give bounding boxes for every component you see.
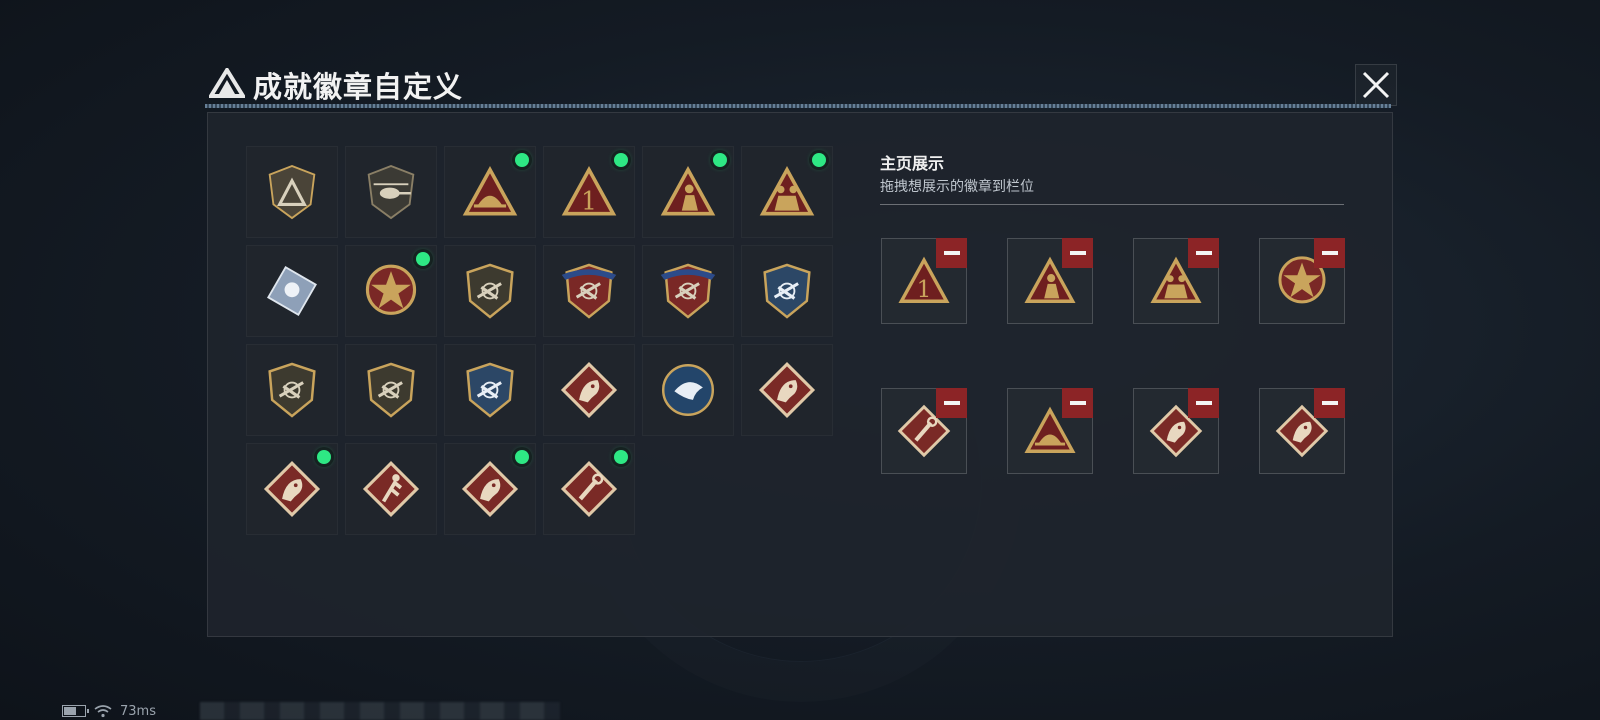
gold-triangle-soldier-badge-icon (660, 165, 716, 216)
showcase-divider (880, 204, 1344, 205)
chevron-shield-badge-icon (466, 263, 514, 319)
badge-cell[interactable] (741, 146, 833, 238)
title-divider (205, 104, 1391, 108)
new-indicator-dot (515, 450, 529, 464)
gold-triangle-number-one-badge-icon: 1 (561, 165, 617, 216)
showcase-slot[interactable] (1007, 388, 1093, 474)
remove-badge-button[interactable] (936, 238, 967, 268)
gold-triangle-hat-badge-icon (462, 165, 518, 216)
showcase-slot[interactable]: 1 (881, 238, 967, 324)
red-diamond-shield-badge-icon (660, 263, 716, 319)
remove-badge-button[interactable] (1062, 238, 1093, 268)
blurred-text (200, 702, 560, 720)
triangle-logo-icon (209, 68, 245, 98)
remove-badge-button[interactable] (1188, 238, 1219, 268)
badge-cell[interactable] (444, 146, 536, 238)
remove-badge-button[interactable] (1314, 388, 1345, 418)
badge-cell[interactable] (543, 344, 635, 436)
silver-gem-badge-icon (267, 266, 317, 316)
horse-diamond-badge-icon (461, 460, 519, 518)
remove-badge-button[interactable] (1188, 388, 1219, 418)
new-indicator-dot (713, 153, 727, 167)
badge-cell[interactable] (642, 245, 734, 337)
new-indicator-dot (614, 450, 628, 464)
showcase-subtitle: 拖拽想展示的徽章到栏位 (880, 179, 1034, 195)
crosshair-rifle-shield-badge-icon (763, 263, 811, 319)
showcase-slot[interactable] (1133, 238, 1219, 324)
badge-cell[interactable] (246, 344, 338, 436)
battery-icon (62, 705, 89, 717)
close-icon (1362, 71, 1390, 99)
badge-cell[interactable] (345, 146, 437, 238)
badge-cell[interactable] (345, 443, 437, 535)
winged-star-shield-badge-icon (561, 263, 617, 319)
new-indicator-dot (812, 153, 826, 167)
badge-cell[interactable] (246, 146, 338, 238)
showcase-title: 主页展示 (880, 154, 945, 173)
badge-cell[interactable] (246, 443, 338, 535)
rifle-shield-badge-icon (268, 362, 316, 418)
badge-cell[interactable] (444, 245, 536, 337)
wolf-diamond-badge-icon (560, 361, 618, 419)
badge-cell[interactable] (444, 443, 536, 535)
new-indicator-dot (416, 252, 430, 266)
svg-text:1: 1 (581, 186, 597, 215)
badge-cell[interactable]: 1 (543, 146, 635, 238)
new-indicator-dot (317, 450, 331, 464)
new-indicator-dot (515, 153, 529, 167)
badge-cell[interactable] (543, 443, 635, 535)
gold-triangle-squad-badge-icon (759, 165, 815, 216)
badge-cell[interactable] (642, 146, 734, 238)
dragon-diamond-badge-icon (263, 460, 321, 518)
smg-shield-badge-icon (367, 362, 415, 418)
status-bar: 73ms (62, 702, 156, 720)
badge-cell[interactable] (345, 245, 437, 337)
new-indicator-dot (614, 153, 628, 167)
close-button[interactable] (1355, 64, 1397, 106)
badge-cell[interactable] (444, 344, 536, 436)
showcase-slot[interactable] (1133, 388, 1219, 474)
showcase-slot[interactable] (1259, 238, 1345, 324)
badge-cell[interactable] (543, 245, 635, 337)
dragon-diamond-badge-icon (758, 361, 816, 419)
remove-badge-button[interactable] (1062, 388, 1093, 418)
showcase-slot[interactable] (881, 388, 967, 474)
badge-cell[interactable] (642, 344, 734, 436)
showcase-slot[interactable] (1259, 388, 1345, 474)
svg-text:1: 1 (917, 276, 932, 303)
remove-badge-button[interactable] (1314, 238, 1345, 268)
crossed-bullets-shield-badge-icon (466, 362, 514, 418)
helicopter-badge-icon (367, 164, 415, 220)
showcase-slot[interactable] (1007, 238, 1093, 324)
wifi-icon (94, 705, 112, 718)
remove-badge-button[interactable] (936, 388, 967, 418)
badge-cell[interactable] (345, 344, 437, 436)
page-title: 成就徽章自定义 (253, 70, 464, 104)
wrench-diamond-badge-icon (560, 460, 618, 518)
title-bar: 成就徽章自定义 (205, 62, 1365, 104)
star-emblem-badge-icon (365, 264, 417, 315)
badge-cell[interactable] (246, 245, 338, 337)
badge-cell[interactable] (741, 344, 833, 436)
ping-text: 73ms (120, 703, 156, 719)
badge-cell[interactable] (741, 245, 833, 337)
runner-diamond-badge-icon (362, 460, 420, 518)
triangle-shield-badge-icon (268, 164, 316, 220)
eagle-medallion-badge-icon (661, 363, 715, 417)
